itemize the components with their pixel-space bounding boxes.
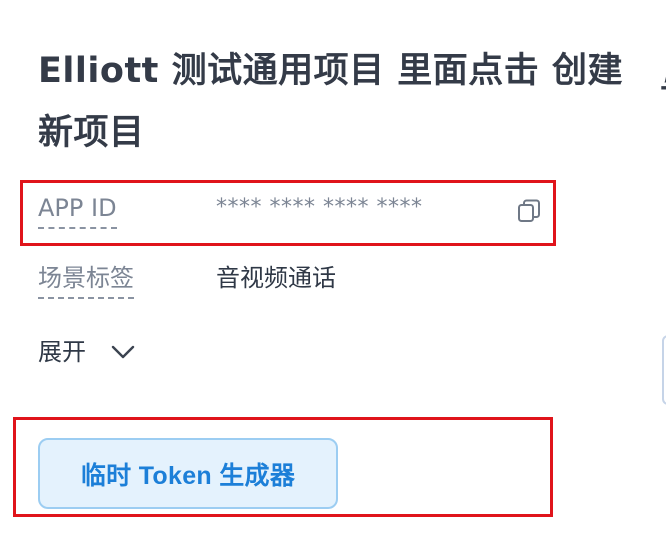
scene-tag-row: 场景标签 音视频通话 — [38, 263, 543, 299]
app-id-row: APP ID **** **** **** **** — [38, 193, 543, 229]
expand-label: 展开 — [38, 338, 86, 366]
project-card-page: Elliott 测试通用项目 里面点击 创建新项目 与 APP ID **** … — [0, 0, 666, 556]
project-title: Elliott 测试通用项目 里面点击 创建新项目 — [38, 51, 623, 153]
scene-tag-value: 音视频通话 — [216, 264, 336, 292]
app-id-value: **** **** **** **** — [216, 195, 423, 220]
app-id-label: APP ID — [38, 193, 216, 229]
copy-icon — [518, 199, 540, 222]
app-id-label-text: APP ID — [38, 193, 117, 229]
adjacent-card-edge-text: 与 — [660, 58, 666, 104]
chevron-down-icon — [110, 343, 136, 361]
expand-toggle[interactable]: 展开 — [38, 333, 136, 371]
adjacent-card-edge — [662, 335, 666, 405]
token-generator-button[interactable]: 临时 Token 生成器 — [38, 438, 338, 509]
scene-tag-label-text: 场景标签 — [38, 263, 134, 299]
copy-app-id-button[interactable] — [515, 197, 543, 225]
scene-tag-label: 场景标签 — [38, 263, 216, 299]
